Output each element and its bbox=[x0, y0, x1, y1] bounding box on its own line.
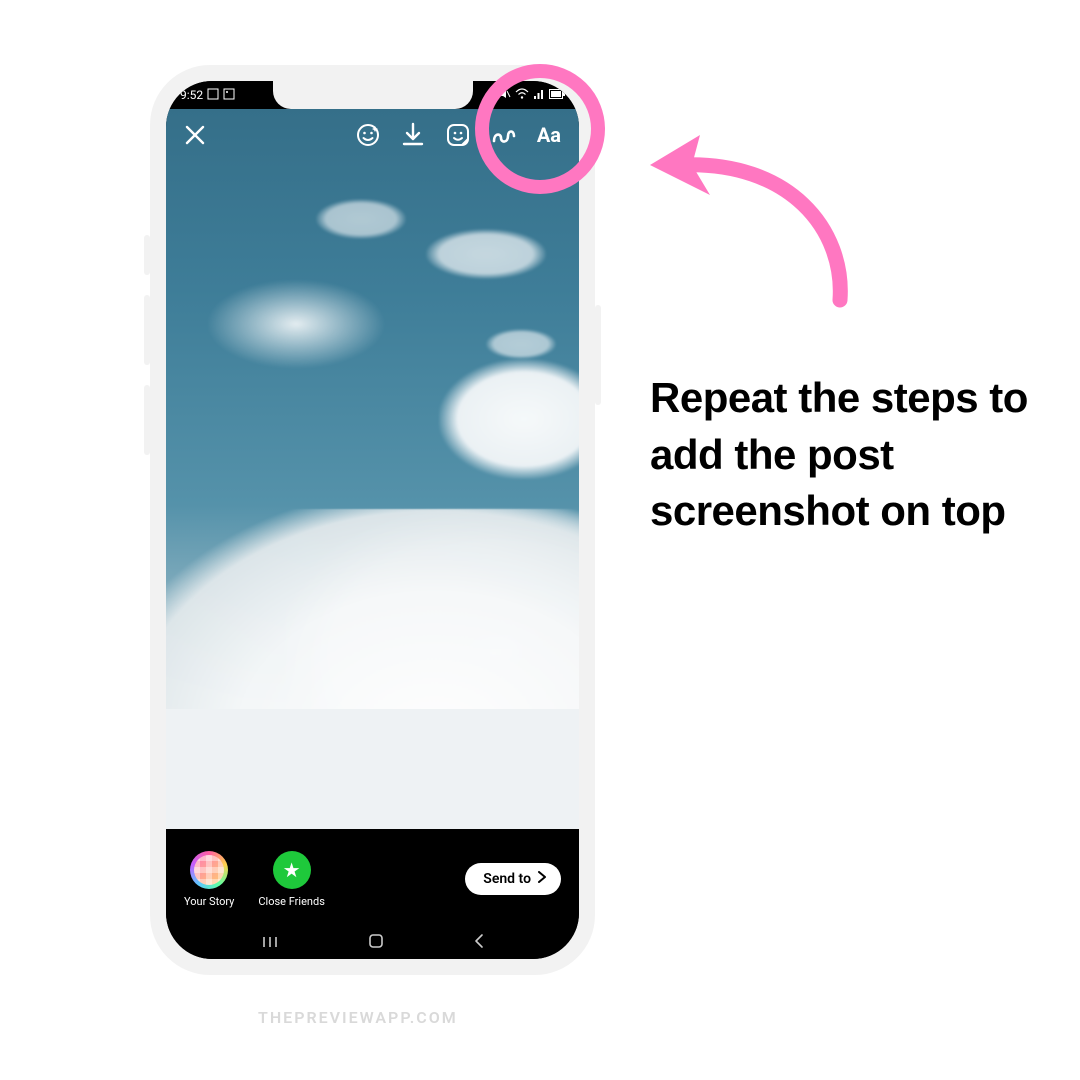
your-story-icon bbox=[190, 851, 228, 889]
phone-button bbox=[144, 385, 150, 455]
your-story-label: Your Story bbox=[184, 895, 234, 908]
android-nav-bar bbox=[166, 927, 579, 959]
cloud bbox=[439, 359, 579, 479]
phone-mockup: 9:52 bbox=[150, 65, 595, 975]
close-button[interactable] bbox=[184, 124, 206, 146]
cloud bbox=[486, 329, 556, 359]
image-icon bbox=[223, 88, 235, 103]
watermark: THEPREVIEWAPP.COM bbox=[258, 1008, 458, 1027]
highlight-circle bbox=[475, 64, 605, 194]
send-to-button[interactable]: Send to bbox=[465, 863, 561, 895]
phone-button bbox=[144, 295, 150, 365]
phone-notch bbox=[273, 81, 473, 109]
sticker-button[interactable] bbox=[445, 122, 471, 148]
send-to-label: Send to bbox=[483, 871, 531, 887]
cloud bbox=[316, 199, 406, 239]
your-story-button[interactable]: Your Story bbox=[184, 851, 234, 908]
effects-button[interactable] bbox=[355, 122, 381, 148]
back-button[interactable] bbox=[472, 933, 486, 953]
chevron-right-icon bbox=[537, 871, 547, 887]
cloud bbox=[166, 709, 579, 829]
screenshot-icon bbox=[207, 88, 219, 103]
instruction-text: Repeat the steps to add the post screens… bbox=[650, 370, 1040, 540]
share-bar: Your Story ★ Close Friends Send to bbox=[166, 829, 579, 929]
home-button[interactable] bbox=[367, 932, 385, 954]
phone-button bbox=[144, 235, 150, 275]
download-button[interactable] bbox=[401, 122, 425, 148]
cloud bbox=[426, 229, 546, 279]
phone-screen: 9:52 bbox=[166, 81, 579, 959]
recents-button[interactable] bbox=[260, 934, 280, 953]
phone-button bbox=[595, 305, 601, 405]
close-friends-icon: ★ bbox=[273, 851, 311, 889]
pointer-arrow bbox=[640, 110, 870, 310]
close-friends-button[interactable]: ★ Close Friends bbox=[258, 851, 324, 908]
close-friends-label: Close Friends bbox=[258, 895, 324, 908]
cloud bbox=[206, 279, 386, 369]
story-canvas[interactable] bbox=[166, 109, 579, 829]
status-time: 9:52 bbox=[180, 88, 203, 102]
